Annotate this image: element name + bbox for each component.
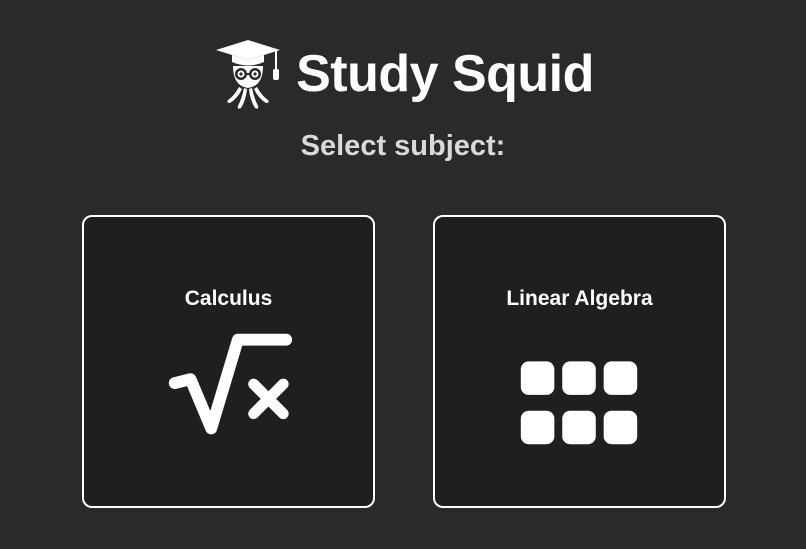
subject-card-linear-algebra[interactable]: Linear Algebra — [433, 215, 726, 508]
app-title: Study Squid — [296, 45, 594, 103]
subject-card-label: Linear Algebra — [506, 287, 653, 310]
matrix-grid-icon — [520, 361, 638, 445]
subject-card-label: Calculus — [184, 287, 273, 310]
subject-selection-page: Study Squid Select subject: Calculus Lin… — [0, 0, 806, 549]
select-subject-prompt: Select subject: — [300, 130, 506, 162]
app-header: Study Squid — [0, 36, 806, 112]
square-root-x-icon — [168, 333, 293, 435]
subject-card-calculus[interactable]: Calculus — [82, 215, 375, 508]
squid-graduate-icon — [216, 40, 281, 109]
